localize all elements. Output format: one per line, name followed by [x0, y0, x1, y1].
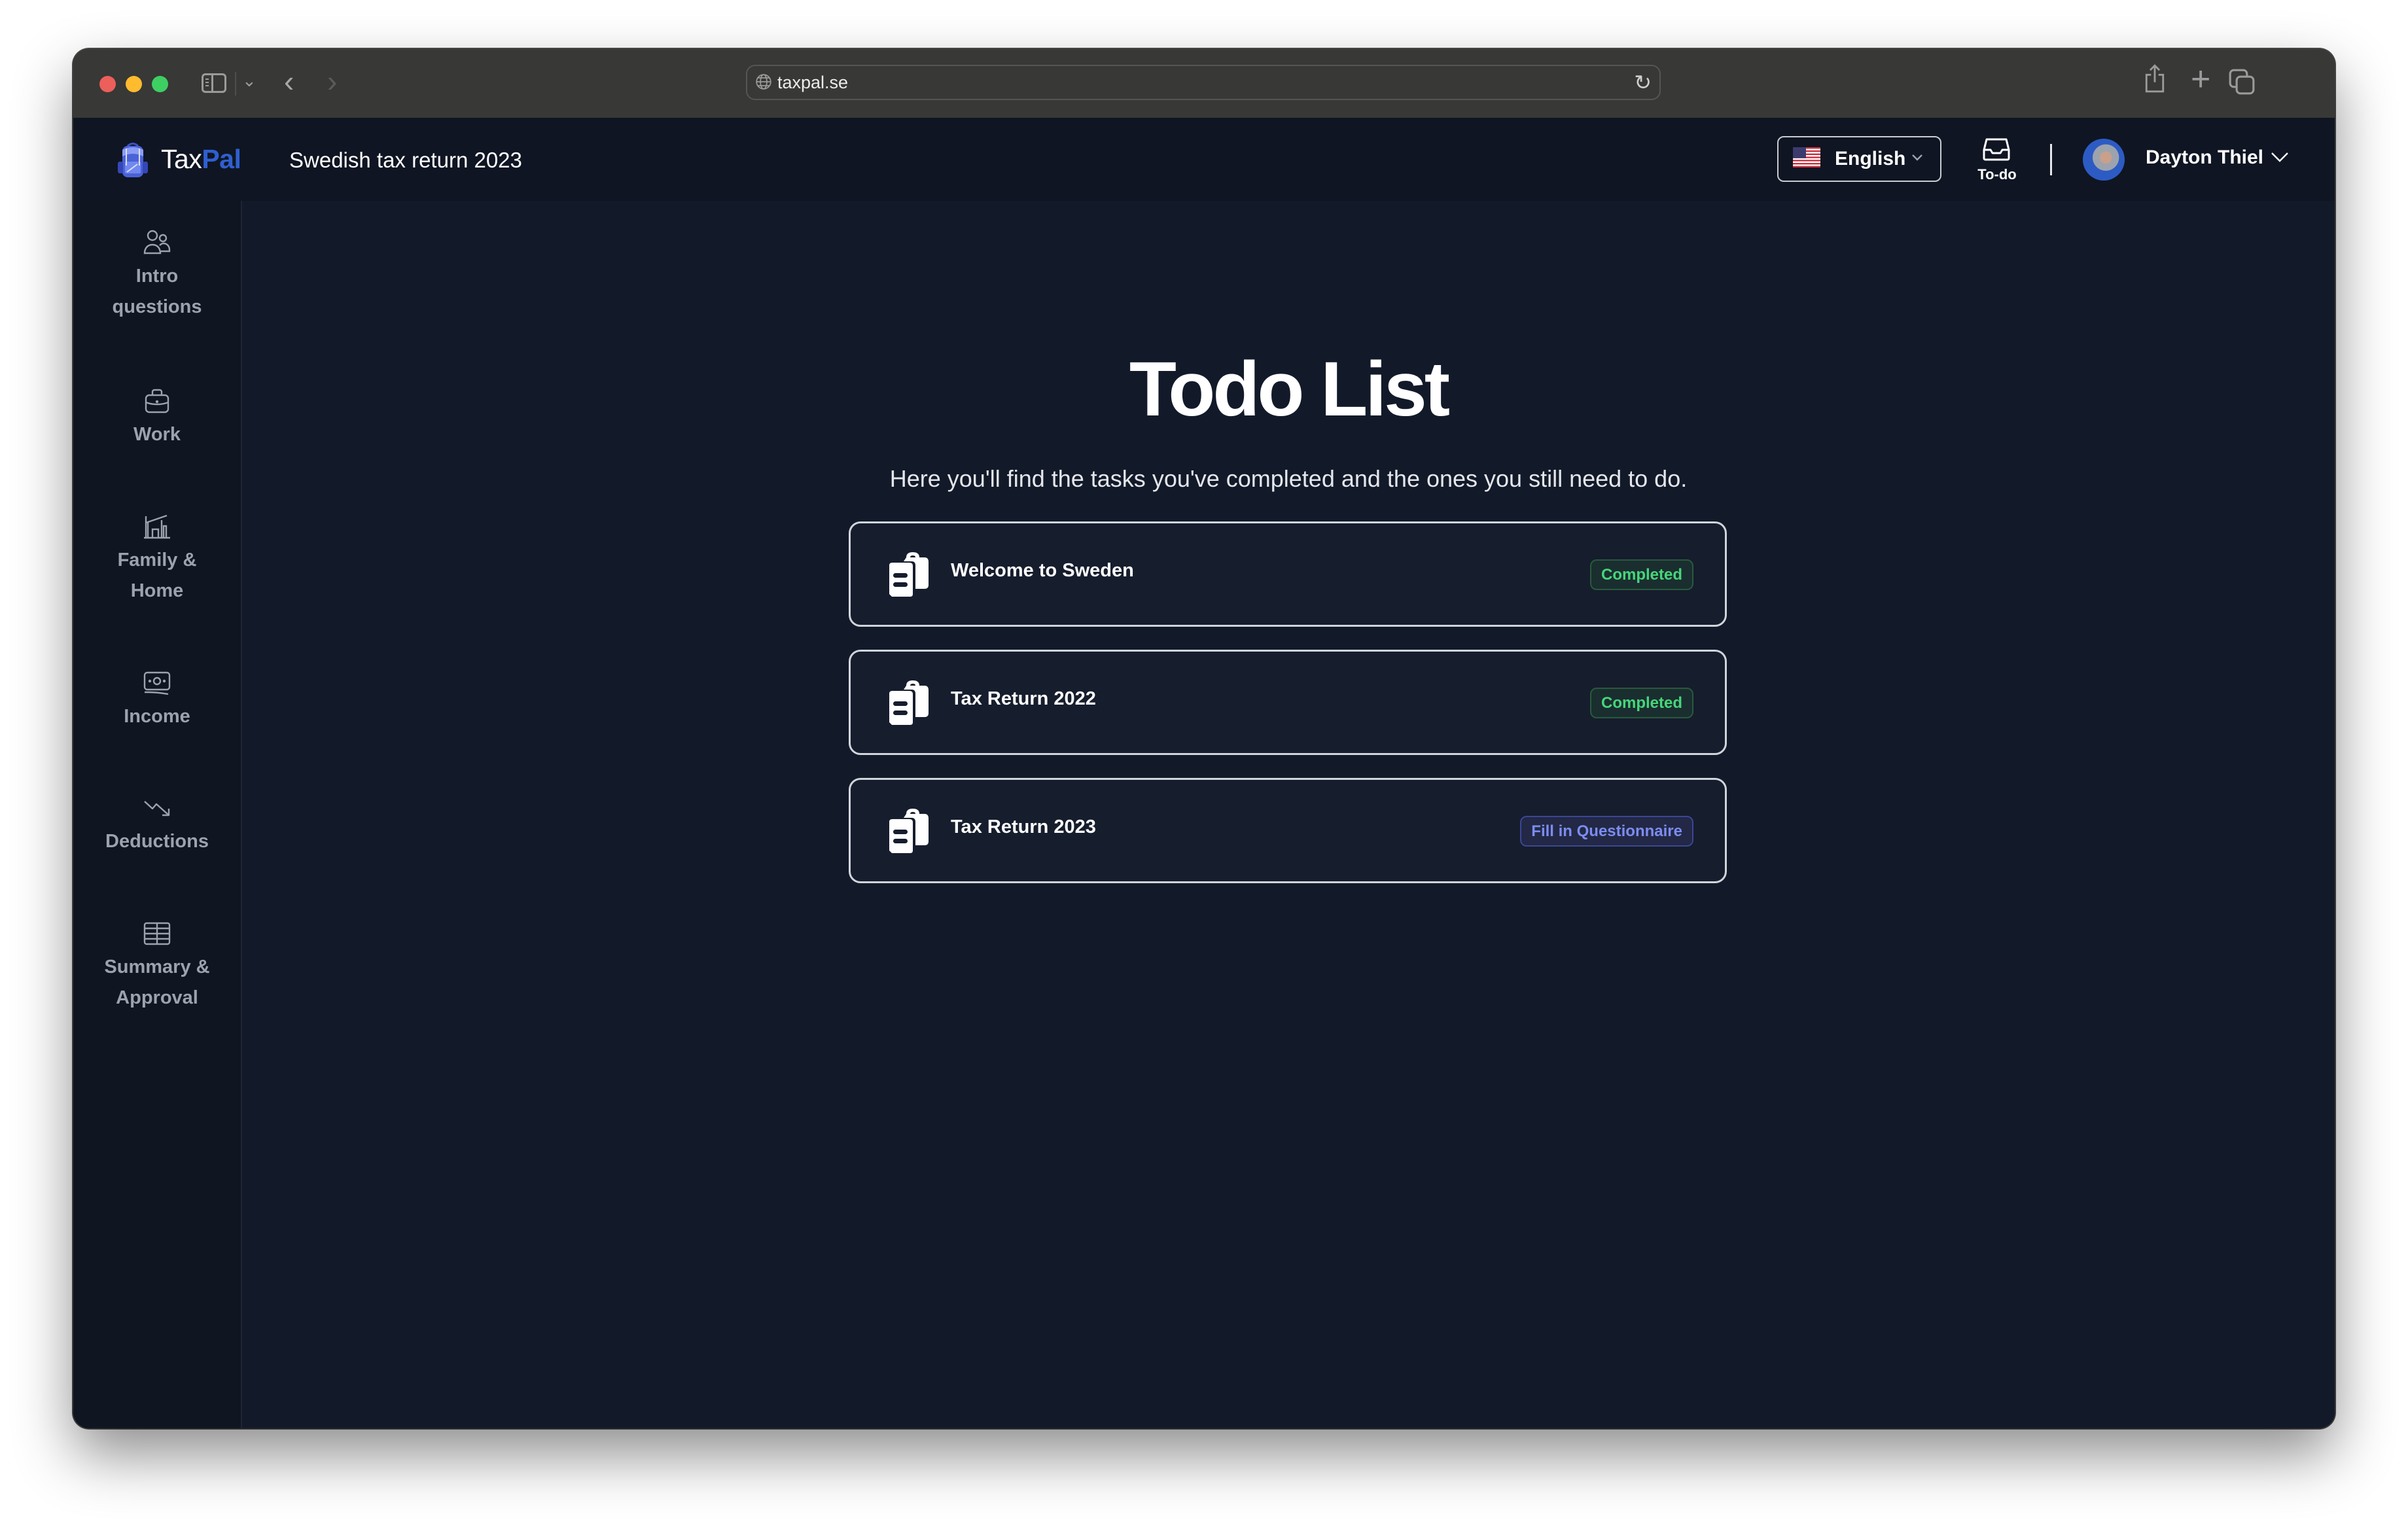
sidebar-toggle-icon[interactable]	[202, 73, 226, 93]
sidebar-item-income[interactable]: Income	[73, 670, 241, 732]
banknotes-icon	[143, 671, 171, 695]
sidebar-item-label: Home	[130, 580, 184, 601]
user-name[interactable]: Dayton Thiel	[2146, 147, 2263, 169]
app-title: Swedish tax return 2023	[289, 148, 522, 172]
status-badge[interactable]: Fill in Questionnaire	[1520, 816, 1693, 847]
sidebar-item-label: Intro	[135, 266, 179, 287]
plus-icon[interactable]: +	[2191, 60, 2210, 99]
status-badge: Completed	[1589, 688, 1693, 718]
app-header: TaxPal Swedish tax return 2023 English T	[73, 118, 2335, 202]
logo-text[interactable]: TaxPal	[161, 144, 241, 175]
share-icon[interactable]	[2144, 63, 2166, 94]
trending-down-icon	[144, 801, 170, 816]
sidebar-item-label: Deductions	[105, 831, 209, 852]
page-title: Todo List	[1129, 346, 1450, 432]
task-card-tax-return-2022[interactable]: Tax Return 2022 Completed	[849, 650, 1727, 755]
task-title: Tax Return 2023	[951, 816, 1096, 837]
sidebar-item-label: Family &	[117, 550, 197, 570]
status-badge: Completed	[1589, 559, 1693, 590]
language-label: English	[1835, 148, 1906, 169]
sidebar-item-label: questions	[112, 296, 202, 317]
minimize-window-button[interactable]	[126, 76, 142, 92]
chevron-right-icon[interactable]: ›	[327, 63, 337, 99]
backpack-logo-icon[interactable]	[116, 142, 149, 180]
sidebar-item-label: Work	[133, 424, 181, 445]
main-content: Todo List Here you'll find the tasks you…	[242, 201, 2335, 1428]
sidebar-item-intro-questions[interactable]: Intro questions	[73, 230, 241, 323]
task-title: Welcome to Sweden	[951, 560, 1134, 581]
header-divider	[2050, 144, 2052, 175]
table-icon	[143, 922, 171, 945]
sidebar-item-label: Summary &	[104, 957, 210, 977]
clipboard-document-icon	[889, 552, 929, 597]
chevron-down-icon	[1912, 154, 1922, 161]
task-card-welcome-to-sweden[interactable]: Welcome to Sweden Completed	[849, 521, 1727, 627]
chevron-down-icon[interactable]	[2271, 150, 2289, 164]
sidebar-item-label: Approval	[116, 987, 198, 1008]
sidebar-item-deductions[interactable]: Deductions	[73, 795, 241, 857]
users-icon	[143, 230, 171, 254]
browser-window: ⌄ ‹ › taxpal.se ↻ + TaxPal Swedish tax r…	[73, 49, 2335, 1428]
globe-icon	[756, 74, 771, 90]
logo-text-accent: Pal	[202, 144, 241, 174]
inbox-icon	[1983, 138, 2010, 161]
clipboard-document-icon	[889, 809, 929, 853]
avatar[interactable]	[2083, 139, 2125, 181]
sidebar-item-work[interactable]: Work	[73, 388, 241, 450]
sidebar-item-label: Income	[124, 706, 190, 727]
sidebar-item-family-home[interactable]: Family & Home	[73, 514, 241, 606]
maximize-window-button[interactable]	[152, 76, 168, 92]
chevron-left-icon[interactable]: ‹	[284, 63, 294, 99]
toolbar-divider	[235, 72, 236, 96]
url-text: taxpal.se	[777, 73, 849, 92]
us-flag-icon	[1793, 147, 1820, 167]
task-title: Tax Return 2022	[951, 688, 1096, 709]
todo-button[interactable]: To-do	[1971, 136, 2023, 186]
browser-titlebar: ⌄ ‹ › taxpal.se ↻ +	[73, 49, 2335, 119]
close-window-button[interactable]	[99, 76, 116, 92]
reload-icon[interactable]: ↻	[1634, 70, 1652, 95]
chevron-down-icon[interactable]: ⌄	[242, 71, 257, 91]
home-icon	[144, 514, 170, 539]
address-bar[interactable]: taxpal.se ↻	[746, 65, 1661, 100]
briefcase-icon	[145, 389, 169, 413]
sidebar: Intro questions Work Family & Home Incom…	[73, 201, 242, 1428]
language-selector[interactable]: English	[1777, 136, 1941, 182]
sidebar-item-summary-approval[interactable]: Summary & Approval	[73, 921, 241, 1013]
todo-label: To-do	[1977, 166, 2017, 183]
logo-text-primary: Tax	[161, 144, 202, 174]
tabs-icon[interactable]	[2229, 69, 2255, 95]
clipboard-document-icon	[889, 680, 929, 725]
page-subtitle: Here you'll find the tasks you've comple…	[889, 465, 1688, 492]
task-card-tax-return-2023[interactable]: Tax Return 2023 Fill in Questionnaire	[849, 778, 1727, 883]
